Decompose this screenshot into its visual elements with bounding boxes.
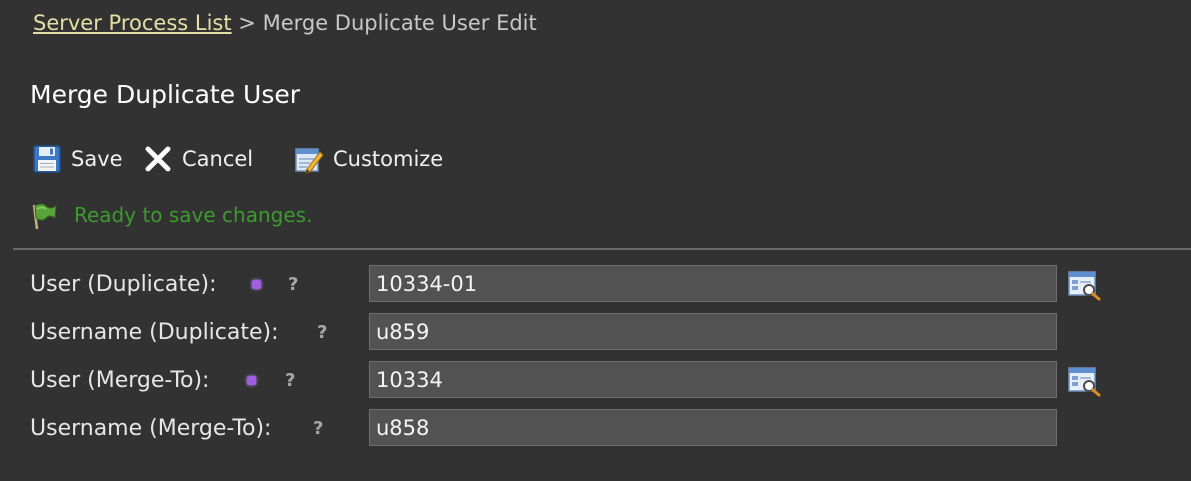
toolbar: Save Cancel Customize [0, 142, 600, 176]
floppy-disk-icon [33, 145, 61, 173]
form-row-user-duplicate: User (Duplicate): ? [0, 265, 1191, 305]
form-row-username-duplicate: Username (Duplicate): ? [0, 313, 1191, 353]
save-label: Save [71, 147, 123, 171]
flag-icon [32, 203, 57, 230]
save-button[interactable]: Save [32, 142, 123, 176]
user-merge-to-input[interactable] [369, 361, 1057, 398]
lookup-search-icon[interactable] [1067, 365, 1101, 397]
required-indicator [252, 280, 261, 289]
help-icon[interactable]: ? [313, 418, 323, 439]
help-icon[interactable]: ? [317, 322, 327, 343]
breadcrumb: Server Process List > Merge Duplicate Us… [33, 9, 537, 37]
breadcrumb-current: Merge Duplicate User Edit [262, 11, 537, 35]
username-merge-to-input[interactable] [369, 409, 1057, 446]
field-label-username-merge-to: Username (Merge-To): [30, 416, 272, 441]
form-row-user-merge-to: User (Merge-To): ? [0, 361, 1191, 401]
user-duplicate-input[interactable] [369, 265, 1057, 302]
breadcrumb-separator: > [238, 11, 256, 35]
divider [13, 248, 1191, 250]
customize-button[interactable]: Customize [294, 142, 443, 176]
help-icon[interactable]: ? [285, 370, 295, 391]
form-row-username-merge-to: Username (Merge-To): ? [0, 409, 1191, 449]
required-indicator [247, 376, 256, 385]
status-text: Ready to save changes. [74, 203, 313, 227]
cancel-button[interactable]: Cancel [143, 142, 253, 176]
close-x-icon [145, 146, 171, 172]
customize-label: Customize [333, 147, 444, 171]
page: Server Process List > Merge Duplicate Us… [0, 0, 1191, 481]
status-message: Ready to save changes. [28, 199, 312, 231]
field-label-user-duplicate: User (Duplicate): [30, 272, 217, 297]
field-label-user-merge-to: User (Merge-To): [30, 368, 210, 393]
edit-form-icon [295, 148, 324, 174]
page-title: Merge Duplicate User [30, 80, 301, 109]
lookup-search-icon[interactable] [1067, 269, 1101, 301]
breadcrumb-link-server-process-list[interactable]: Server Process List [33, 11, 232, 35]
help-icon[interactable]: ? [288, 274, 298, 295]
field-label-username-duplicate: Username (Duplicate): [30, 320, 279, 345]
cancel-label: Cancel [182, 147, 254, 171]
username-duplicate-input[interactable] [369, 313, 1057, 350]
